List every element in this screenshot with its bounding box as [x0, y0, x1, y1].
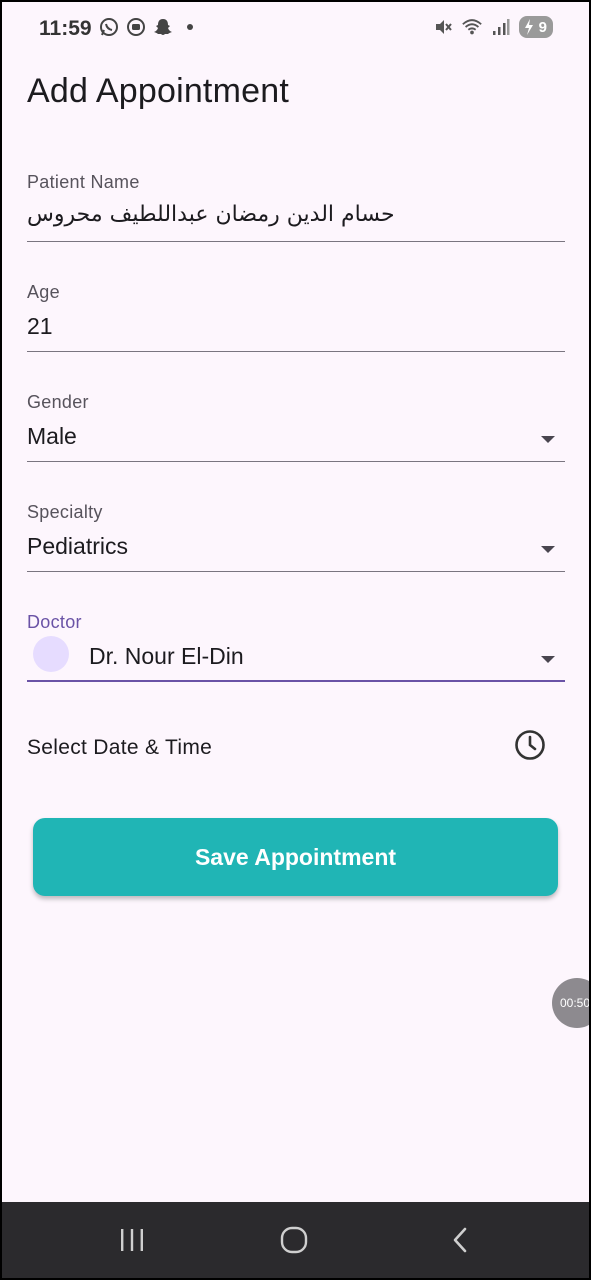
battery-level: 9 — [538, 18, 547, 36]
gender-dropdown[interactable]: Gender Male — [27, 372, 565, 462]
specialty-label: Specialty — [27, 502, 103, 522]
datetime-picker-row[interactable]: Select Date & Time — [27, 710, 565, 782]
patient-name-label: Patient Name — [27, 172, 140, 192]
page-title: Add Appointment — [27, 72, 289, 110]
doctor-dropdown[interactable]: Doctor Dr. Nour El-Din — [27, 592, 565, 682]
home-icon — [280, 1226, 308, 1254]
signal-icon — [490, 15, 512, 39]
doctor-avatar — [33, 636, 69, 672]
patient-name-field[interactable]: Patient Name حسام الدين رمضان عبداللطيف … — [27, 152, 565, 242]
specialty-value: Pediatrics — [27, 533, 128, 559]
recent-apps-button[interactable] — [112, 1220, 152, 1260]
message-icon — [125, 15, 147, 39]
save-appointment-button[interactable]: Save Appointment — [33, 818, 558, 896]
back-button[interactable] — [440, 1220, 480, 1260]
age-label: Age — [27, 282, 60, 302]
patient-name-value: حسام الدين رمضان عبداللطيف محروس — [27, 202, 395, 227]
gender-label: Gender — [27, 392, 89, 412]
dot-icon — [179, 15, 201, 39]
doctor-value: Dr. Nour El-Din — [89, 643, 244, 669]
age-value: 21 — [27, 313, 53, 339]
wifi-icon — [461, 15, 483, 39]
floating-timer[interactable]: 00:50 — [552, 978, 589, 1028]
home-button[interactable] — [274, 1220, 314, 1260]
age-field[interactable]: Age 21 — [27, 262, 565, 352]
clock-icon[interactable] — [513, 728, 547, 762]
doctor-label: Doctor — [27, 612, 82, 632]
system-icons: 9 — [432, 15, 553, 39]
status-time: 11:59 — [39, 17, 92, 40]
snapchat-icon — [152, 15, 174, 39]
app-screen: 11:59 9 Add Appointment Patient Name حسا… — [2, 2, 589, 1278]
recent-apps-icon — [121, 1229, 143, 1251]
battery-icon: 9 — [519, 16, 553, 38]
datetime-label: Select Date & Time — [27, 736, 213, 759]
whatsapp-icon — [98, 15, 120, 39]
chevron-down-icon[interactable] — [541, 656, 555, 663]
chevron-down-icon[interactable] — [541, 436, 555, 443]
mute-icon — [432, 15, 454, 39]
notification-icons — [98, 15, 201, 39]
gender-value: Male — [27, 423, 77, 449]
status-bar: 11:59 9 — [2, 2, 589, 54]
timer-text: 00:50 — [560, 996, 589, 1010]
navigation-bar — [2, 1202, 589, 1278]
back-icon — [453, 1227, 467, 1253]
specialty-dropdown[interactable]: Specialty Pediatrics — [27, 482, 565, 572]
chevron-down-icon[interactable] — [541, 546, 555, 553]
